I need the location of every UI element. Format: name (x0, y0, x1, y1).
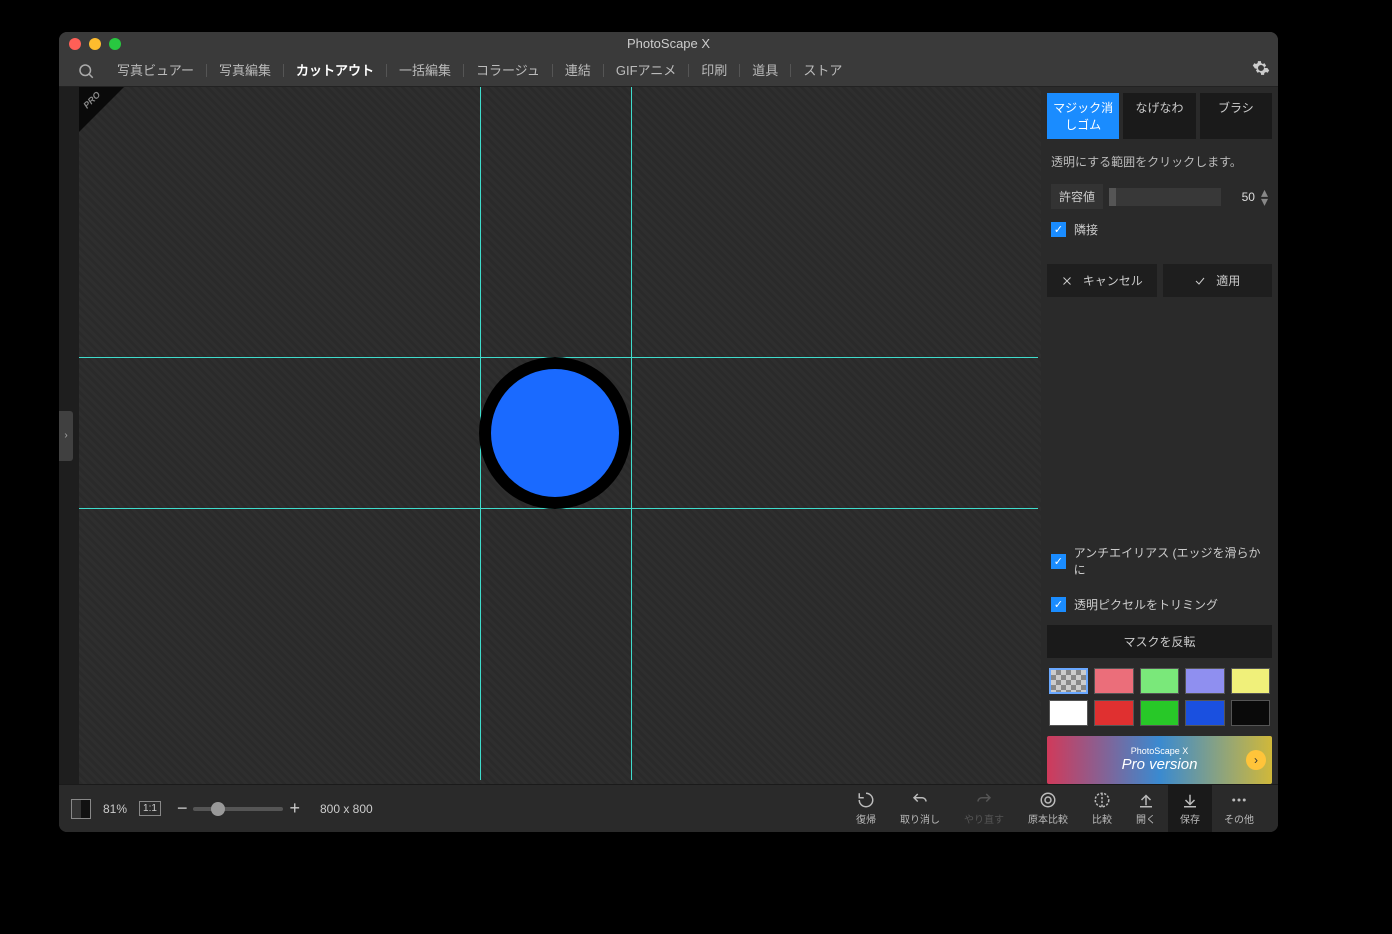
expand-sidebar-handle[interactable]: › (59, 411, 73, 461)
app-logo-icon[interactable] (75, 60, 97, 82)
tool-tab-brush[interactable]: ブラシ (1200, 93, 1272, 139)
antialias-row[interactable]: ✓ アンチエイリアス (エッジを滑らかに (1047, 538, 1272, 584)
main-area: › PRO マジック消しゴム なげなわ ブラシ 透明にする範囲をクリックします。… (59, 87, 1278, 784)
antialias-checkbox[interactable]: ✓ (1051, 554, 1066, 569)
swatch-color[interactable] (1140, 700, 1179, 726)
left-rail: › (59, 87, 79, 784)
tool-tab-lasso[interactable]: なげなわ (1123, 93, 1195, 139)
tab-gif[interactable]: GIFアニメ (604, 64, 689, 77)
tool-tab-magic-eraser[interactable]: マジック消しゴム (1047, 93, 1119, 139)
antialias-label: アンチエイリアス (エッジを滑らかに (1074, 544, 1268, 578)
swatch-color[interactable] (1185, 668, 1224, 694)
redo-button[interactable]: やり直す (952, 785, 1016, 832)
app-window: PhotoScape X 写真ビュアー 写真編集 カットアウト 一括編集 コラー… (59, 32, 1278, 832)
swatch-transparent[interactable] (1049, 668, 1088, 694)
settings-gear-icon[interactable] (1252, 59, 1270, 82)
cancel-button[interactable]: キャンセル (1047, 264, 1157, 297)
tab-tools[interactable]: 道具 (740, 64, 791, 77)
contiguous-label: 隣接 (1074, 221, 1098, 238)
zoom-ratio-button[interactable]: 1:1 (139, 801, 161, 816)
swatch-color[interactable] (1231, 668, 1270, 694)
undo-button[interactable]: 取り消し (888, 785, 952, 832)
tabs: 写真ビュアー 写真編集 カットアウト 一括編集 コラージュ 連結 GIFアニメ … (105, 64, 854, 77)
swatch-color[interactable] (1094, 668, 1133, 694)
tab-batch[interactable]: 一括編集 (387, 64, 464, 77)
maximize-window-button[interactable] (109, 38, 121, 50)
invert-mask-button[interactable]: マスクを反転 (1047, 625, 1272, 658)
original-compare-button[interactable]: 原本比較 (1016, 785, 1080, 832)
grid-line (631, 87, 632, 780)
more-button[interactable]: その他 (1212, 785, 1266, 832)
tool-hint: 透明にする範囲をクリックします。 (1047, 145, 1272, 178)
window-title: PhotoScape X (627, 36, 710, 51)
tool-tabs: マジック消しゴム なげなわ ブラシ (1047, 93, 1272, 139)
save-button[interactable]: 保存 (1168, 785, 1212, 832)
zoom-slider[interactable] (193, 807, 283, 811)
zoom-out-button[interactable]: − (171, 798, 194, 819)
tolerance-value: 50 (1227, 190, 1255, 204)
tolerance-slider[interactable] (1109, 188, 1221, 206)
swatch-color[interactable] (1049, 700, 1088, 726)
trim-row[interactable]: ✓ 透明ピクセルをトリミング (1047, 590, 1272, 619)
right-panel: マジック消しゴム なげなわ ブラシ 透明にする範囲をクリックします。 許容値 5… (1041, 87, 1278, 784)
swatch-color[interactable] (1185, 700, 1224, 726)
trim-checkbox[interactable]: ✓ (1051, 597, 1066, 612)
pro-promo-banner[interactable]: PhotoScape X Pro version › (1047, 736, 1272, 784)
canvas-area[interactable]: PRO (79, 87, 1041, 784)
tab-editor[interactable]: 写真編集 (207, 64, 284, 77)
contiguous-checkbox[interactable]: ✓ (1051, 222, 1066, 237)
pro-corner-badge (79, 87, 124, 132)
tolerance-row: 許容値 50 ▴▾ (1047, 184, 1272, 209)
image-dimensions: 800 x 800 (320, 802, 373, 816)
bottom-bar: 81% 1:1 − + 800 x 800 復帰 取り消し やり直す 原本比較 (59, 784, 1278, 832)
tab-combine[interactable]: 連結 (553, 64, 604, 77)
canvas-shape-outer (479, 357, 631, 509)
apply-button[interactable]: 適用 (1163, 264, 1273, 297)
background-swatches (1047, 664, 1272, 730)
canvas-shape-inner (491, 369, 619, 497)
background-toggle[interactable] (71, 799, 91, 819)
minimize-window-button[interactable] (89, 38, 101, 50)
trim-label: 透明ピクセルをトリミング (1074, 596, 1218, 613)
close-window-button[interactable] (69, 38, 81, 50)
tolerance-label: 許容値 (1051, 184, 1103, 209)
main-tabbar: 写真ビュアー 写真編集 カットアウト 一括編集 コラージュ 連結 GIFアニメ … (59, 55, 1278, 87)
bottom-actions: 復帰 取り消し やり直す 原本比較 比較 開く (844, 785, 1266, 832)
tolerance-stepper[interactable]: ▴▾ (1261, 188, 1268, 205)
swatch-color[interactable] (1140, 668, 1179, 694)
zoom-percent: 81% (103, 802, 127, 816)
promo-text: PhotoScape X Pro version (1122, 747, 1198, 773)
promo-arrow-icon: › (1246, 750, 1266, 770)
titlebar: PhotoScape X (59, 32, 1278, 55)
tab-cutout[interactable]: カットアウト (284, 64, 387, 77)
tab-print[interactable]: 印刷 (689, 64, 740, 77)
swatch-color[interactable] (1231, 700, 1270, 726)
compare-button[interactable]: 比較 (1080, 785, 1124, 832)
apply-cancel-row: キャンセル 適用 (1047, 264, 1272, 297)
open-button[interactable]: 開く (1124, 785, 1168, 832)
swatch-color[interactable] (1094, 700, 1133, 726)
zoom-in-button[interactable]: + (283, 798, 306, 819)
tab-collage[interactable]: コラージュ (464, 64, 553, 77)
tab-viewer[interactable]: 写真ビュアー (105, 64, 207, 77)
tab-store[interactable]: ストア (791, 64, 854, 77)
panel-spacer (1047, 303, 1272, 532)
revert-button[interactable]: 復帰 (844, 785, 888, 832)
traffic-lights (69, 38, 121, 50)
contiguous-row[interactable]: ✓ 隣接 (1047, 215, 1272, 244)
